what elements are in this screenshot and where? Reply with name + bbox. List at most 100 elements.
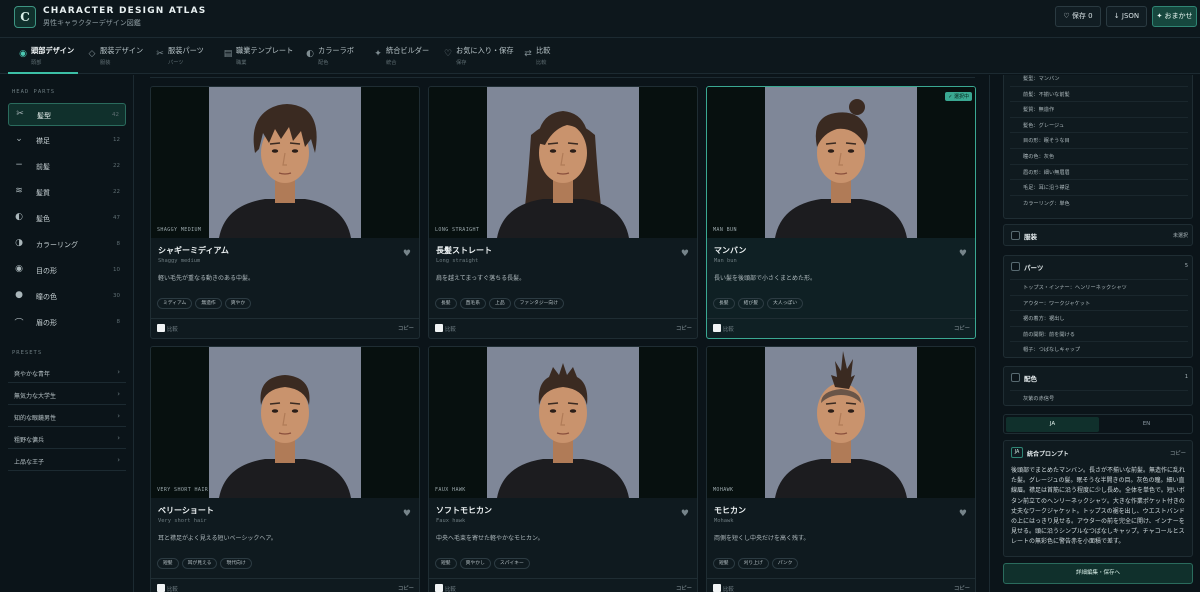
selection-item[interactable]: 灰紫の赤信号 (1010, 390, 1188, 406)
copy-button[interactable]: コピー (676, 584, 692, 592)
selection-item[interactable]: 髪色：グレージュ (1010, 116, 1188, 133)
selection-item[interactable]: 髪質：無造作 (1010, 101, 1188, 117)
tag[interactable]: 上品 (489, 298, 511, 309)
selection-item[interactable]: 帽子：つばなしキャップ (1010, 341, 1188, 357)
favorite-heart-icon[interactable]: ♥ (403, 509, 411, 519)
section-checkbox[interactable] (1011, 262, 1020, 271)
tag[interactable]: 爽やかし (459, 558, 491, 569)
random-generate-button[interactable]: ✦ おまかせ (1152, 6, 1197, 27)
card-footer: 比較 コピー (707, 318, 975, 338)
tag[interactable]: 長髪 (713, 298, 735, 309)
favorite-heart-icon[interactable]: ♥ (959, 509, 967, 519)
tag[interactable]: 無造作 (195, 298, 222, 309)
copy-button[interactable]: コピー (676, 324, 692, 332)
sidebar-item-count: 8 (116, 319, 121, 325)
selection-item-label: 裾の着方：裾出し (1023, 316, 1065, 323)
section-checkbox[interactable] (1011, 231, 1020, 240)
sidebar-item-hair-color[interactable]: ◐ 髪色 47 (8, 207, 126, 230)
compare-checkbox[interactable] (713, 324, 721, 332)
compare-checkbox[interactable] (713, 584, 721, 592)
sidebar-item-bangs[interactable]: − 前髪 22 (8, 155, 126, 178)
favorite-heart-icon[interactable]: ♥ (959, 249, 967, 259)
tag[interactable]: 結び髪 (737, 298, 765, 309)
minus-icon: − (15, 160, 23, 170)
main-tabs: ◉ 頭部デザイン 頭部 ◇ 服装デザイン 服装 ✂ 服装パーツ パーツ ▤ 職業… (0, 38, 1200, 74)
hairstyle-card[interactable]: MOHAWK モヒカン Mohawk ♥ 両側を短くし中央だけを高く残す。 短髪 刈り上げパ… (706, 346, 976, 592)
section-header[interactable]: パーツ 5 (1004, 256, 1194, 276)
tag[interactable]: 短髪 (713, 558, 735, 569)
hairstyle-card[interactable]: VERY SHORT HAIR ベリーショート Very short hair ♥ 耳と… (150, 346, 420, 592)
selection-item[interactable]: 瞳の色：灰色 (1010, 148, 1188, 164)
tag[interactable]: 刈り上げ (737, 558, 769, 569)
card-description: 両側を短くし中央だけを高く残す。 (714, 535, 810, 542)
copy-button[interactable]: コピー (954, 584, 970, 592)
hairstyle-card[interactable]: SHAGGY MEDIUM シャギーミディアム Shaggy medium ♥ 軽い毛先… (150, 86, 420, 339)
sidebar-item-eyebrow-shape[interactable]: ⌒ 眉の形 8 (8, 311, 126, 334)
sidebar-item-nape[interactable]: ⌄ 襟足 12 (8, 129, 126, 152)
favorite-heart-icon[interactable]: ♥ (681, 509, 689, 519)
section-title: パーツ (1024, 264, 1044, 272)
hairstyle-card[interactable]: FAUX HAWK ソフトモヒカン Faux hawk ♥ 中央へ毛束を寄せた軽やかなモ… (428, 346, 698, 592)
hairstyle-card[interactable]: MAN BUN ✓ 選択中 マンバン Man bun ♥ 長い髪を後頭部で小さくまとめた形… (706, 86, 976, 339)
sidebar-item-eye-shape[interactable]: ◉ 目の形 10 (8, 259, 126, 282)
selection-item[interactable]: トップス・インナー：ヘンリーネックシャツ (1010, 279, 1188, 295)
sidebar-item-hair-texture[interactable]: ≋ 髪質 22 (8, 181, 126, 204)
clothing-section[interactable]: 服装 未選択 (1003, 224, 1193, 246)
preset-item[interactable]: 爽やかな青年 › (8, 362, 126, 383)
parts-section: パーツ 5 トップス・インナー：ヘンリーネックシャツ アウター：ワークジャケット裾… (1003, 255, 1193, 358)
section-checkbox[interactable] (1011, 373, 1020, 382)
copy-button[interactable]: コピー (398, 324, 414, 332)
sidebar-item-hairstyle[interactable]: ✂ 髪型 42 (8, 103, 126, 126)
favorite-heart-icon[interactable]: ♥ (681, 249, 689, 259)
tag[interactable]: スパイキー (493, 558, 530, 569)
tag[interactable]: 耳が見える (181, 558, 218, 569)
tag[interactable]: ミディアム (157, 298, 193, 309)
tag[interactable]: ファンタジー向け (513, 298, 565, 309)
preset-item[interactable]: 粗野な傭兵 › (8, 428, 126, 449)
lang-tab-en[interactable]: EN (1100, 417, 1193, 432)
compare-checkbox[interactable] (157, 324, 165, 332)
section-header[interactable]: 配色 1 (1004, 367, 1194, 387)
selected-badge: ✓ 選択中 (945, 92, 972, 101)
copy-prompt-button[interactable]: コピー (1170, 449, 1186, 457)
compare-checkbox[interactable] (435, 324, 443, 332)
selection-item[interactable]: カラーリング：単色 (1010, 194, 1188, 211)
selection-item[interactable]: 前の開閉：前を開ける (1010, 325, 1188, 342)
sidebar-item-coloring[interactable]: ◑ カラーリング 8 (8, 233, 126, 256)
hairstyle-card[interactable]: LONG STRAIGHT 長髪ストレート Long straight ♥ 肩を越えてま… (428, 86, 698, 339)
selection-item[interactable]: アウター：ワークジャケット (1010, 294, 1188, 311)
tag[interactable]: 短髪 (157, 558, 179, 569)
tag[interactable]: 大人っぽい (767, 298, 804, 309)
selection-item[interactable]: 眉の形：細い無眉眉 (1010, 163, 1188, 180)
favorite-heart-icon[interactable]: ♥ (403, 249, 411, 259)
preset-item[interactable]: 知的な眼鏡男性 › (8, 406, 126, 427)
image-caption: FAUX HAWK (435, 487, 466, 493)
tag[interactable]: パンク (771, 558, 799, 569)
selection-item[interactable]: 目の形：眠そうな目 (1010, 132, 1188, 148)
selection-item-label: 瞳の色：灰色 (1023, 154, 1055, 160)
tab-sublabel: 配色 (318, 60, 329, 66)
sidebar-item-eye-color[interactable]: ● 瞳の色 30 (8, 285, 126, 308)
detail-edit-save-button[interactable]: 詳細編集・保存へ (1003, 563, 1193, 584)
preset-item[interactable]: 上品な王子 › (8, 450, 126, 471)
tag[interactable]: 長髪 (435, 298, 457, 309)
tag[interactable]: 直毛系 (459, 298, 487, 309)
lang-tab-ja[interactable]: JA (1006, 417, 1099, 432)
copy-button[interactable]: コピー (398, 584, 414, 592)
save-button[interactable]: ♡ 保存 0 (1055, 6, 1101, 27)
selection-item[interactable]: 毛足：耳に沿う襟足 (1010, 179, 1188, 195)
tag[interactable]: 爽やか (224, 298, 252, 309)
json-export-button[interactable]: ↓ JSON (1106, 6, 1147, 27)
selection-item[interactable]: 髪型：マンバン (1010, 75, 1188, 86)
tag[interactable]: 現代向け (220, 558, 252, 569)
sidebar-item-count: 30 (113, 293, 120, 299)
card-description: 中央へ毛束を寄せた軽やかなモヒカン。 (436, 535, 544, 542)
compare-checkbox[interactable] (435, 584, 443, 592)
copy-button[interactable]: コピー (954, 324, 970, 332)
tag[interactable]: 短髪 (435, 558, 457, 569)
selection-item[interactable]: 裾の着方：裾出し (1010, 310, 1188, 326)
preset-item[interactable]: 無気力な大学生 › (8, 384, 126, 405)
compare-checkbox[interactable] (157, 584, 165, 592)
prompt-text: 後頭部でまとめたマンバン。長さが不揃いな前髪。無造作に乱れた髪。グレージュの髪。… (1011, 467, 1185, 546)
selection-item[interactable]: 前髪：不揃いな前髪 (1010, 85, 1188, 102)
